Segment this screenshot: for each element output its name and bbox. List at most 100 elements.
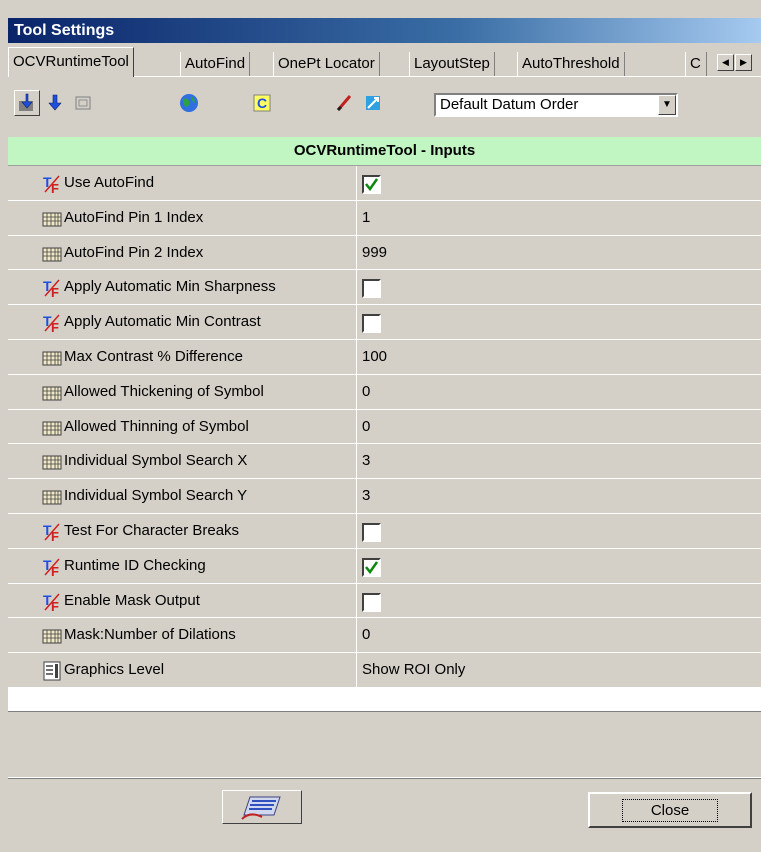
- property-row[interactable]: Allowed Thinning of Symbol 0: [8, 409, 761, 445]
- property-checkbox[interactable]: [362, 592, 381, 612]
- property-value: 3: [362, 487, 371, 505]
- c-button[interactable]: C: [249, 90, 275, 116]
- property-value-cell[interactable]: 100: [358, 340, 761, 374]
- property-row[interactable]: Graphics Level Show ROI Only: [8, 653, 761, 688]
- property-value-cell[interactable]: [358, 514, 761, 548]
- checkmark-icon: [365, 561, 379, 574]
- numeric-icon: [42, 244, 62, 264]
- numeric-icon: [42, 418, 62, 438]
- numeric-icon: [42, 348, 62, 368]
- property-row[interactable]: Allowed Thickening of Symbol 0: [8, 374, 761, 410]
- property-value-cell[interactable]: 3: [358, 479, 761, 513]
- property-checkbox[interactable]: [362, 522, 381, 542]
- property-label: Max Contrast % Difference: [64, 347, 243, 365]
- globe-button[interactable]: [176, 90, 202, 116]
- insert-down-icon: [19, 93, 33, 111]
- property-value-cell[interactable]: 999: [358, 236, 761, 270]
- datum-order-select[interactable]: Default Datum Order ▼: [434, 93, 678, 117]
- rotate-button[interactable]: [360, 90, 386, 116]
- property-name-cell: AutoFind Pin 1 Index: [8, 200, 357, 235]
- globe-icon: [180, 94, 198, 112]
- property-row[interactable]: Individual Symbol Search Y 3: [8, 479, 761, 514]
- tab-ocvruntimetool[interactable]: OCVRuntimeTool: [8, 47, 134, 77]
- property-row[interactable]: T F Use AutoFind: [8, 166, 761, 201]
- property-row[interactable]: T F Runtime ID Checking: [8, 548, 761, 584]
- description-area: [8, 711, 761, 778]
- property-value-cell[interactable]: [358, 584, 761, 618]
- property-value-cell[interactable]: Show ROI Only: [358, 653, 761, 687]
- property-row[interactable]: Max Contrast % Difference 100: [8, 339, 761, 375]
- arrow-left-icon: ◀: [722, 57, 729, 67]
- property-value: 3: [362, 452, 371, 470]
- tab-strip: OCVRuntimeTool AutoFind OnePt Locator La…: [8, 44, 761, 77]
- keyboard-button[interactable]: [222, 790, 302, 824]
- property-row[interactable]: Mask:Number of Dilations 0: [8, 618, 761, 654]
- move-down-button[interactable]: [14, 90, 40, 116]
- property-row[interactable]: AutoFind Pin 1 Index 1: [8, 200, 761, 236]
- property-value-cell[interactable]: [358, 549, 761, 583]
- property-name-cell: Mask:Number of Dilations: [8, 618, 357, 653]
- property-name-cell: Max Contrast % Difference: [8, 339, 357, 374]
- keyboard-icon: [241, 796, 281, 820]
- brush-button[interactable]: [332, 90, 358, 116]
- property-label: Test For Character Breaks: [64, 521, 240, 539]
- property-label: Use AutoFind: [64, 174, 155, 191]
- text-field-button[interactable]: [70, 90, 96, 116]
- true-false-icon: TF: [42, 174, 62, 196]
- svg-text:C: C: [257, 95, 267, 111]
- letter-c-icon: C: [253, 94, 271, 112]
- tab-truncated[interactable]: C: [685, 52, 707, 76]
- property-label: Graphics Level: [64, 661, 165, 679]
- true-false-icon: TF: [42, 522, 62, 544]
- property-name-cell: T F Test For Character Breaks: [8, 513, 357, 548]
- property-name-cell: T F Use AutoFind: [8, 166, 357, 200]
- property-value-cell[interactable]: 0: [358, 618, 761, 652]
- property-name-cell: Allowed Thickening of Symbol: [8, 374, 357, 409]
- property-checkbox[interactable]: [362, 279, 381, 299]
- property-name-cell: Individual Symbol Search X: [8, 444, 357, 479]
- property-label: Allowed Thinning of Symbol: [64, 417, 249, 435]
- close-button[interactable]: Close: [588, 792, 752, 828]
- tab-layoutstep[interactable]: LayoutStep: [409, 52, 495, 76]
- property-row[interactable]: T F Apply Automatic Min Sharpness: [8, 270, 761, 306]
- tab-scroll-left-button[interactable]: ◀: [717, 54, 734, 71]
- property-row[interactable]: T F Enable Mask Output: [8, 583, 761, 619]
- grid-header: OCVRuntimeTool - Inputs: [8, 137, 761, 166]
- property-checkbox[interactable]: [362, 557, 381, 577]
- dropdown-arrow-button[interactable]: ▼: [658, 95, 676, 115]
- property-row[interactable]: AutoFind Pin 2 Index 999: [8, 235, 761, 271]
- property-name-cell: T F Apply Automatic Min Sharpness: [8, 270, 357, 305]
- property-value-cell[interactable]: 1: [358, 201, 761, 235]
- window-title: Tool Settings: [8, 18, 761, 43]
- property-value-cell[interactable]: 0: [358, 375, 761, 409]
- property-name-cell: Individual Symbol Search Y: [8, 479, 357, 513]
- property-row[interactable]: Individual Symbol Search X 3: [8, 444, 761, 480]
- property-value-cell[interactable]: [358, 166, 761, 200]
- arrow-down-button[interactable]: [42, 90, 68, 116]
- property-row[interactable]: T F Apply Automatic Min Contrast: [8, 305, 761, 340]
- toolbar: C Default Datum Order ▼: [8, 88, 761, 124]
- property-value: 0: [362, 417, 371, 435]
- property-row[interactable]: T F Test For Character Breaks: [8, 513, 761, 549]
- property-label: Mask:Number of Dilations: [64, 626, 236, 644]
- tab-autothreshold[interactable]: AutoThreshold: [517, 52, 625, 76]
- property-value: Show ROI Only: [362, 661, 466, 679]
- true-false-icon: TF: [42, 278, 62, 300]
- tab-scroll-right-button[interactable]: ▶: [735, 54, 752, 71]
- property-name-cell: T F Runtime ID Checking: [8, 548, 357, 583]
- tab-onept-locator[interactable]: OnePt Locator: [273, 52, 380, 76]
- property-value-cell[interactable]: [358, 270, 761, 304]
- property-value-cell[interactable]: 0: [358, 410, 761, 444]
- footer: Close: [8, 777, 761, 852]
- tab-autofind[interactable]: AutoFind: [180, 52, 251, 76]
- true-false-icon: TF: [42, 592, 62, 614]
- property-value: 1: [362, 208, 371, 226]
- property-value: 999: [362, 243, 388, 261]
- property-name-cell: T F Apply Automatic Min Contrast: [8, 305, 357, 339]
- numeric-icon: [42, 209, 62, 229]
- property-checkbox[interactable]: [362, 175, 381, 194]
- property-label: Enable Mask Output: [64, 591, 200, 609]
- property-value-cell[interactable]: 3: [358, 444, 761, 478]
- property-checkbox[interactable]: [362, 314, 381, 334]
- property-value-cell[interactable]: [358, 305, 761, 339]
